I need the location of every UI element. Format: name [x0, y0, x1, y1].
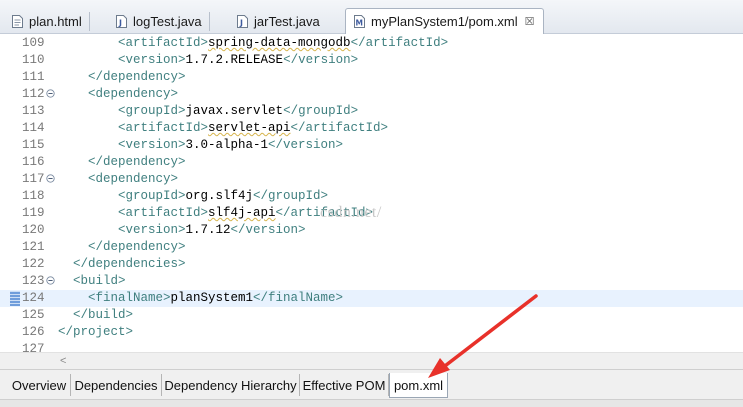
- maven-pom-editor: plan.html J logTest.java J jarTest.java …: [0, 0, 743, 407]
- line-number: 110: [22, 53, 45, 67]
- line-number: 120: [22, 223, 45, 237]
- code-line[interactable]: 126 </project>: [0, 324, 743, 341]
- code-text: <version>1.7.2.RELEASE</version>: [118, 53, 359, 67]
- svg-text:J: J: [239, 19, 243, 28]
- code-line[interactable]: 115 <version>3.0-alpha-1</version>: [0, 137, 743, 154]
- line-number: 112: [22, 87, 45, 101]
- code-line[interactable]: 116 </dependency>: [0, 154, 743, 171]
- code-line[interactable]: 110 <version>1.7.2.RELEASE</version>: [0, 52, 743, 69]
- code-text: </dependency>: [88, 155, 186, 169]
- tab-plan-html[interactable]: plan.html: [12, 10, 90, 33]
- code-line[interactable]: 121 </dependency>: [0, 239, 743, 256]
- code-line[interactable]: 113 <groupId>javax.servlet</groupId>: [0, 103, 743, 120]
- line-number: 115: [22, 138, 45, 152]
- code-line[interactable]: 111 </dependency>: [0, 69, 743, 86]
- tab-label: logTest.java: [133, 14, 202, 29]
- code-text: </project>: [58, 325, 134, 339]
- xml-source-editor[interactable]: 109 <artifactId>spring-data-mongodb</art…: [0, 34, 743, 356]
- tab-pom-xml[interactable]: M myPlanSystem1/pom.xml ☒: [345, 8, 544, 34]
- code-text: </dependencies>: [73, 257, 186, 271]
- fold-collapse-icon[interactable]: [46, 89, 55, 98]
- code-text: </build>: [73, 308, 134, 322]
- svg-text:M: M: [356, 19, 363, 28]
- code-text: <version>3.0-alpha-1</version>: [118, 138, 344, 152]
- maven-pom-icon: M: [354, 15, 365, 28]
- line-number: 125: [22, 308, 45, 322]
- line-number: 114: [22, 121, 45, 135]
- line-number: 119: [22, 206, 45, 220]
- code-text: <groupId>org.slf4j</groupId>: [118, 189, 329, 203]
- code-text: <artifactId>servlet-api</artifactId>: [118, 121, 389, 135]
- horizontal-scrollbar[interactable]: <: [0, 352, 743, 370]
- current-line-marker: [10, 291, 20, 306]
- tab-logtest-java[interactable]: J logTest.java: [116, 10, 210, 33]
- line-number: 111: [22, 70, 45, 84]
- code-line[interactable]: 120 <version>1.7.12</version>: [0, 222, 743, 239]
- fold-collapse-icon[interactable]: [46, 276, 55, 285]
- code-line[interactable]: 109 <artifactId>spring-data-mongodb</art…: [0, 35, 743, 52]
- code-line[interactable]: 122 </dependencies>: [0, 256, 743, 273]
- line-number: 116: [22, 155, 45, 169]
- watermark: csdn.net/: [320, 204, 382, 221]
- line-number: 113: [22, 104, 45, 118]
- fold-collapse-icon[interactable]: [46, 174, 55, 183]
- code-text: <dependency>: [88, 172, 179, 186]
- code-line[interactable]: 112 <dependency>: [0, 86, 743, 103]
- tab-overview[interactable]: Overview: [8, 374, 71, 396]
- code-text: <groupId>javax.servlet</groupId>: [118, 104, 359, 118]
- status-strip: [0, 399, 743, 407]
- line-number: 123: [22, 274, 45, 288]
- code-line[interactable]: 118 <groupId>org.slf4j</groupId>: [0, 188, 743, 205]
- line-number: 124: [22, 291, 45, 305]
- tab-effective-pom[interactable]: Effective POM: [300, 374, 389, 396]
- tab-dependencies[interactable]: Dependencies: [71, 374, 162, 396]
- code-text: <version>1.7.12</version>: [118, 223, 306, 237]
- code-line[interactable]: 124 <finalName>planSystem1</finalName>: [0, 290, 743, 307]
- tab-label: plan.html: [29, 14, 82, 29]
- tab-jartest-java[interactable]: J jarTest.java: [237, 10, 320, 33]
- pom-editor-page-tabs: Overview Dependencies Dependency Hierarc…: [0, 369, 743, 400]
- tab-label: jarTest.java: [254, 14, 320, 29]
- tab-dependency-hierarchy[interactable]: Dependency Hierarchy: [162, 374, 300, 396]
- code-text: </dependency>: [88, 70, 186, 84]
- line-number: 118: [22, 189, 45, 203]
- java-file-icon: J: [237, 15, 248, 28]
- code-line[interactable]: 114 <artifactId>servlet-api</artifactId>: [0, 120, 743, 137]
- editor-tab-bar: plan.html J logTest.java J jarTest.java …: [0, 0, 743, 34]
- line-number: 121: [22, 240, 45, 254]
- java-file-icon: J: [116, 15, 127, 28]
- scroll-left-icon[interactable]: <: [60, 355, 66, 367]
- code-line[interactable]: 123 <build>: [0, 273, 743, 290]
- line-number: 126: [22, 325, 45, 339]
- tab-pom-xml-source[interactable]: pom.xml: [389, 373, 448, 398]
- tab-label: myPlanSystem1/pom.xml: [371, 14, 518, 29]
- svg-text:J: J: [118, 19, 122, 28]
- code-line[interactable]: 125 </build>: [0, 307, 743, 324]
- line-number: 117: [22, 172, 45, 186]
- html-file-icon: [12, 15, 23, 28]
- close-icon[interactable]: ☒: [525, 15, 535, 28]
- code-text: <finalName>planSystem1</finalName>: [88, 291, 344, 305]
- code-text: <artifactId>spring-data-mongodb</artifac…: [118, 36, 449, 50]
- code-text: </dependency>: [88, 240, 186, 254]
- line-number: 122: [22, 257, 45, 271]
- code-text: <dependency>: [88, 87, 179, 101]
- code-line[interactable]: 117 <dependency>: [0, 171, 743, 188]
- code-text: <build>: [73, 274, 126, 288]
- line-number: 109: [22, 36, 45, 50]
